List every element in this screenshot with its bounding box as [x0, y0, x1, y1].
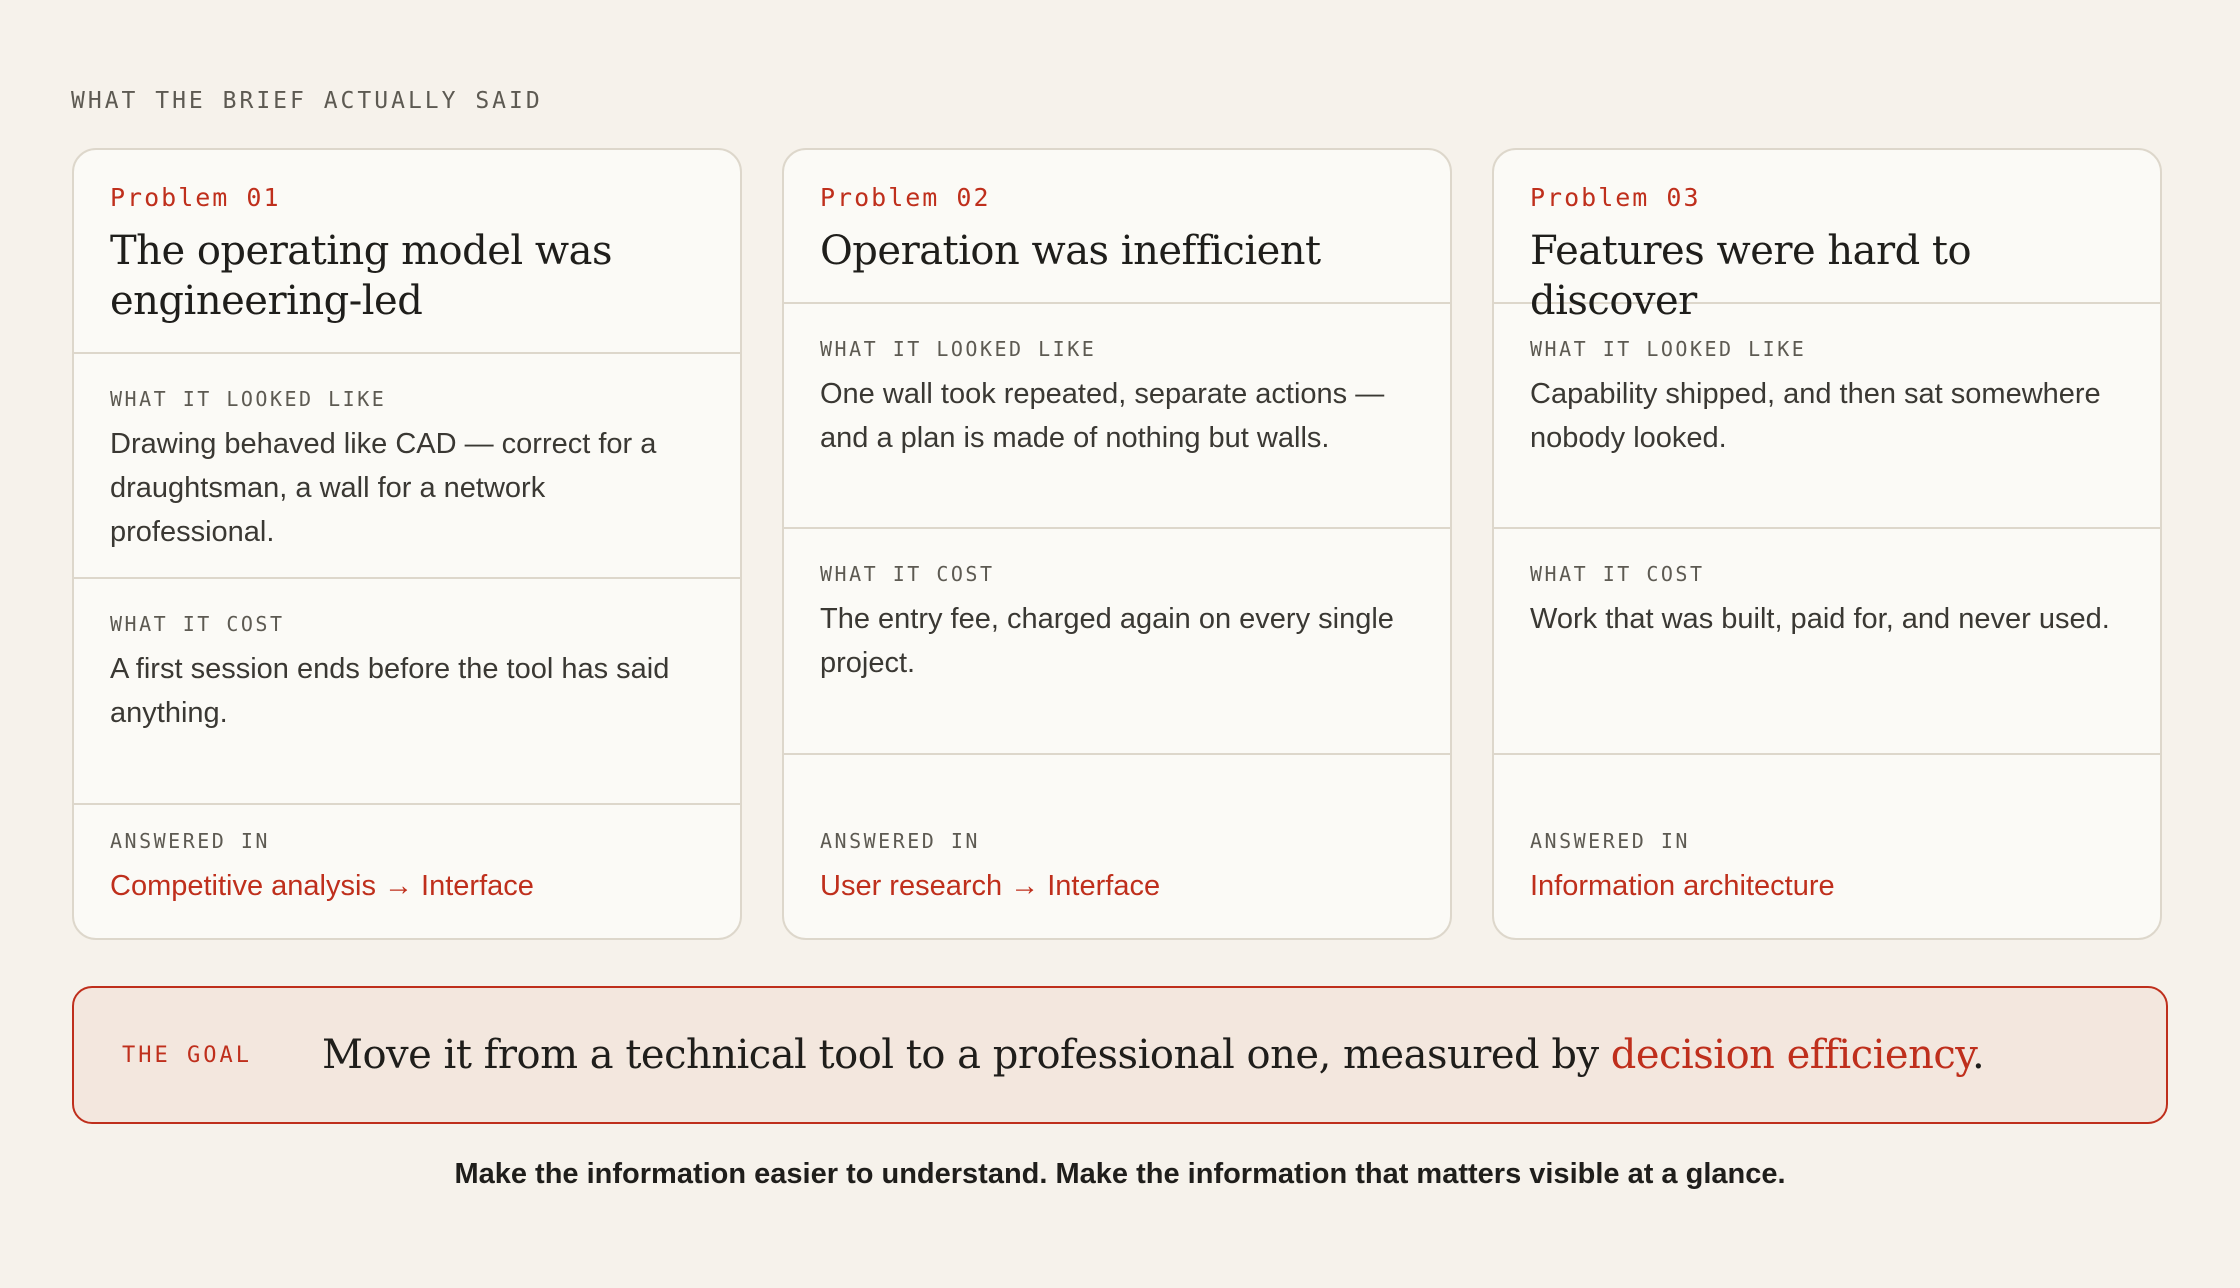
cost-label: WHAT IT COST [1530, 562, 1705, 586]
problem-number: Problem 03 [1530, 183, 1701, 212]
answered-in-section: ANSWERED IN Competitive analysis → Inter… [74, 805, 740, 938]
section-eyebrow: WHAT THE BRIEF ACTUALLY SAID [71, 88, 543, 114]
looked-like-text: Capability shipped, and then sat somewhe… [1530, 378, 2101, 454]
problem-card-2: Problem 02 Operation was inefficient WHA… [782, 148, 1452, 940]
problem-title: Operation was inefficient [820, 228, 1321, 274]
answered-in-label: ANSWERED IN [820, 829, 980, 853]
goal-label: THE GOAL [122, 1042, 252, 1068]
answered-in-label: ANSWERED IN [110, 829, 270, 853]
page: WHAT THE BRIEF ACTUALLY SAID Problem 01 … [0, 0, 2240, 1288]
problem-number: Problem 01 [110, 183, 281, 212]
goal-statement: Move it from a technical tool to a profe… [322, 1032, 1985, 1078]
card-header: Problem 01 The operating model was engin… [74, 150, 740, 354]
goal-accent-text: decision efficiency [1610, 1032, 1973, 1078]
looked-like-section: WHAT IT LOOKED LIKE One wall took repeat… [784, 304, 1450, 529]
cost-section: WHAT IT COST A first session ends before… [74, 579, 740, 805]
looked-like-section: WHAT IT LOOKED LIKE Capability shipped, … [1494, 304, 2160, 529]
cost-text: A first session ends before the tool has… [110, 653, 670, 729]
cost-section: WHAT IT COST The entry fee, charged agai… [784, 529, 1450, 755]
answered-in-link[interactable]: Competitive analysis → Interface [110, 864, 704, 908]
problem-number: Problem 02 [820, 183, 991, 212]
cost-text: Work that was built, paid for, and never… [1530, 603, 2110, 635]
cost-label: WHAT IT COST [110, 612, 285, 636]
goal-banner: THE GOAL Move it from a technical tool t… [72, 986, 2168, 1124]
footnote: Make the information easier to understan… [454, 1158, 1786, 1190]
looked-like-text: One wall took repeated, separate actions… [820, 378, 1385, 454]
looked-like-label: WHAT IT LOOKED LIKE [820, 337, 1097, 361]
answered-in-label: ANSWERED IN [1530, 829, 1690, 853]
problem-card-1: Problem 01 The operating model was engin… [72, 148, 742, 940]
looked-like-label: WHAT IT LOOKED LIKE [1530, 337, 1807, 361]
problem-cards: Problem 01 The operating model was engin… [72, 148, 2162, 940]
problem-card-3: Problem 03 Features were hard to discove… [1492, 148, 2162, 940]
looked-like-section: WHAT IT LOOKED LIKE Drawing behaved like… [74, 354, 740, 579]
answered-in-link[interactable]: Information architecture [1530, 864, 2124, 908]
cost-label: WHAT IT COST [820, 562, 995, 586]
looked-like-text: Drawing behaved like CAD — correct for a… [110, 428, 657, 548]
goal-text-before: Move it from a technical tool to a profe… [322, 1032, 1611, 1078]
goal-text-after: . [1972, 1032, 1985, 1078]
card-header: Problem 02 Operation was inefficient [784, 150, 1450, 304]
answered-in-link[interactable]: User research → Interface [820, 864, 1414, 908]
cost-section: WHAT IT COST Work that was built, paid f… [1494, 529, 2160, 755]
answered-in-section: ANSWERED IN User research → Interface [784, 755, 1450, 938]
card-header: Problem 03 Features were hard to discove… [1494, 150, 2160, 324]
looked-like-label: WHAT IT LOOKED LIKE [110, 387, 387, 411]
cost-text: The entry fee, charged again on every si… [820, 603, 1394, 679]
answered-in-section: ANSWERED IN Information architecture [1494, 755, 2160, 938]
problem-title: The operating model was engineering-led [110, 228, 613, 324]
